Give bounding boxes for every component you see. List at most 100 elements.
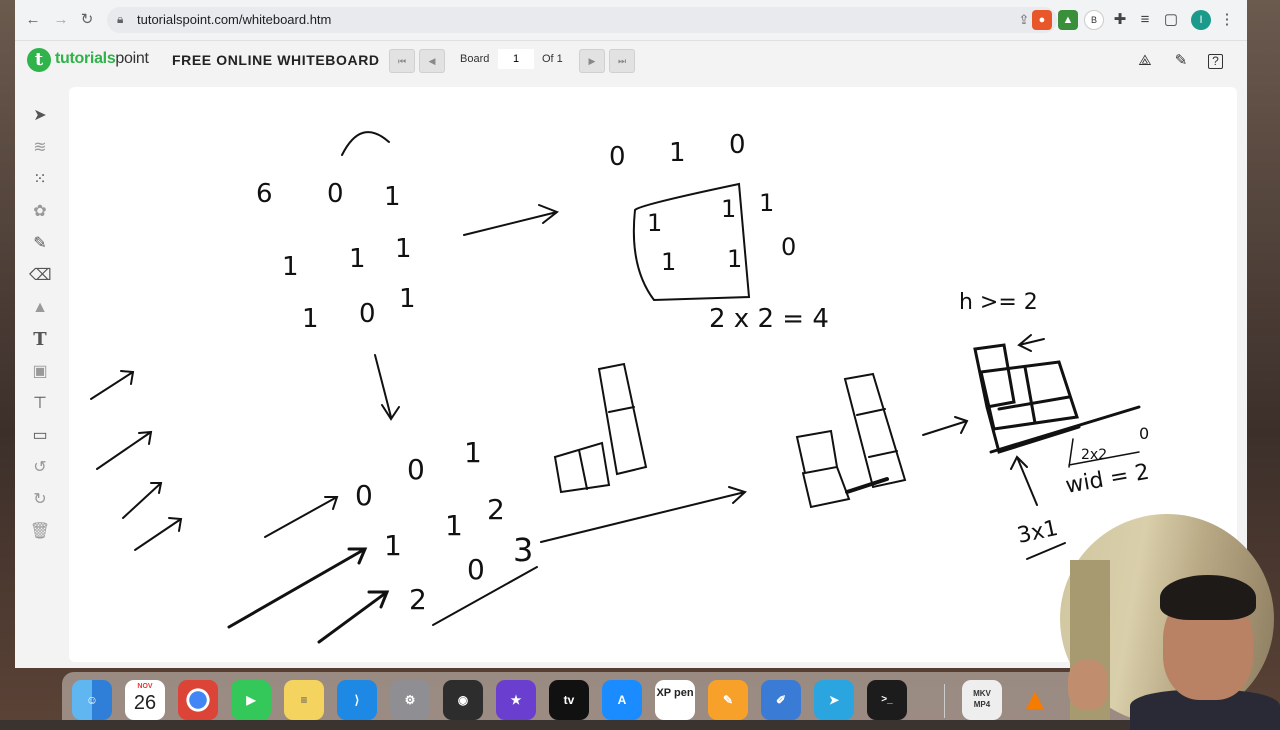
presentation-tool-icon[interactable]: ⊤ xyxy=(29,393,51,415)
layers-tool-icon[interactable]: ≋ xyxy=(29,137,51,159)
last-board-button[interactable]: ⏭ xyxy=(609,49,635,73)
side-panel-icon[interactable]: ▢ xyxy=(1161,10,1181,30)
arrow-stroke xyxy=(134,517,183,551)
extension-brave-icon[interactable]: ● xyxy=(1032,10,1052,30)
first-board-button[interactable]: ⏮ xyxy=(389,49,415,73)
grid-cell: 1 xyxy=(302,304,319,334)
browser-menu-icon[interactable]: ⋮ xyxy=(1217,10,1237,30)
app-header: t tutorialspoint FREE ONLINE WHITEBOARD … xyxy=(15,41,1247,83)
trash-icon[interactable]: 🗑︎ xyxy=(29,521,51,543)
extension-tree-icon[interactable]: ▲ xyxy=(1058,10,1078,30)
arc-stroke xyxy=(341,131,390,156)
webcam-person-hand xyxy=(1068,660,1108,710)
square-side-digit: 0 xyxy=(781,233,796,261)
zero-text: 0 xyxy=(1139,424,1149,443)
logo-word-point: point xyxy=(115,50,149,67)
browser-window: ← → ↻ 🔒︎ tutorialspoint.com/whiteboard.h… xyxy=(15,0,1247,668)
app-store-icon[interactable]: A xyxy=(602,680,642,720)
square-side-digit: 1 xyxy=(759,189,774,217)
apple-tv-icon[interactable]: tv xyxy=(549,680,589,720)
text-tool-icon[interactable]: T xyxy=(29,329,51,351)
url-text: tutorialspoint.com/whiteboard.htm xyxy=(137,12,332,27)
eraser-tool-icon[interactable]: ⌫ xyxy=(29,265,52,287)
arrow-stroke xyxy=(264,496,339,538)
grid-cell: 6 xyxy=(256,179,273,209)
screen-tool-icon[interactable]: ▭ xyxy=(29,425,51,447)
reload-icon[interactable]: ↻ xyxy=(77,10,97,30)
arrow-stroke xyxy=(463,204,559,236)
select-tool-icon[interactable]: ➤ xyxy=(29,105,51,127)
dock-separator xyxy=(944,684,945,718)
arrow-stroke xyxy=(1010,455,1038,506)
imovie-icon[interactable]: ★ xyxy=(496,680,536,720)
arrow-stroke xyxy=(227,547,368,629)
arrow-stroke xyxy=(317,590,390,644)
grid-cell: 0 xyxy=(407,453,425,486)
arrow-stroke xyxy=(540,486,747,543)
grid-tool-icon[interactable]: ⁙ xyxy=(29,169,51,191)
media-queue-icon[interactable]: ≡ xyxy=(1135,10,1155,30)
baseline-stroke xyxy=(989,405,1141,454)
shapes-tool-icon[interactable]: ▲ xyxy=(29,297,51,319)
address-bar[interactable]: 🔒︎ tutorialspoint.com/whiteboard.htm ⇪ ☆ xyxy=(107,7,1057,33)
whiteboard-canvas[interactable]: 6 0 1 1 1 1 1 0 1 0 1 0 1 1 1 1 1 0 2 x … xyxy=(69,87,1237,662)
prev-board-button[interactable]: ◀ xyxy=(419,49,445,73)
palette-tool-icon[interactable]: ✿ xyxy=(29,201,51,223)
whiteboard-drawing: 6 0 1 1 1 1 1 0 1 0 1 0 1 1 1 1 1 0 2 x … xyxy=(90,130,1152,644)
profile-avatar[interactable]: I xyxy=(1191,10,1211,30)
redo-icon[interactable]: ↻ xyxy=(29,489,51,511)
width-text: wid = 2 xyxy=(1064,460,1152,499)
pencil-tool-icon[interactable]: ✎ xyxy=(29,233,51,255)
notes-icon[interactable]: ≡ xyxy=(284,680,324,720)
help-icon[interactable]: ? xyxy=(1208,54,1223,69)
terminal-icon[interactable]: >_ xyxy=(867,680,907,720)
back-icon[interactable]: ← xyxy=(23,10,43,30)
vlc-icon[interactable]: ▲ xyxy=(1015,680,1055,720)
obs-icon[interactable]: ◉ xyxy=(443,680,483,720)
grid-cell: 1 xyxy=(384,182,401,212)
tutorialspoint-logo[interactable]: tutorialspoint xyxy=(55,50,149,68)
extensions-puzzle-icon[interactable]: ✚ xyxy=(1110,10,1130,30)
board-number-input[interactable] xyxy=(498,49,534,69)
vscode-icon[interactable]: ⟩ xyxy=(337,680,377,720)
row-digit: 0 xyxy=(609,142,626,172)
page-title: FREE ONLINE WHITEBOARD xyxy=(172,52,380,68)
facetime-icon[interactable]: ▶ xyxy=(231,680,271,720)
image-tool-icon[interactable]: ▣ xyxy=(29,361,51,383)
grid-cell: 1 xyxy=(445,509,463,542)
height-text: h >= 2 xyxy=(959,290,1038,315)
grid-cell: 0 xyxy=(355,479,373,512)
share-icon[interactable]: ⇪ xyxy=(1015,11,1033,29)
square-cell: 1 xyxy=(721,195,736,223)
histogram-stroke xyxy=(973,343,1081,454)
arrow-stroke xyxy=(922,416,969,436)
next-board-button[interactable]: ▶ xyxy=(579,49,605,73)
square-cell: 1 xyxy=(727,245,742,273)
finder-icon[interactable]: ☺ xyxy=(72,680,112,720)
board-label: Board xyxy=(460,53,490,65)
arrow-stroke xyxy=(96,430,153,470)
logo-word-tutorials: tutorials xyxy=(55,50,116,67)
mkv-label: MKV xyxy=(973,689,991,698)
tutorialspoint-logo-icon[interactable]: t xyxy=(27,48,51,72)
shapes-share-icon[interactable]: ⟁ xyxy=(1135,51,1155,71)
grid-cell: 3 xyxy=(513,531,533,569)
chrome-icon[interactable] xyxy=(178,680,218,720)
grid-cell: 1 xyxy=(384,529,402,562)
mkv-to-mp4-icon[interactable]: MKV MP4 xyxy=(962,680,1002,720)
edit-icon[interactable]: ✎ xyxy=(1171,51,1191,71)
extension-b-icon[interactable]: B xyxy=(1084,10,1104,30)
xppen-icon[interactable]: XP pen xyxy=(655,680,695,720)
macos-dock: ☺ NOV 26 ▶ ≡ ⟩ ⚙ ◉ ★ tv A XP pen ✎ ✐ ➤ >… xyxy=(62,672,1162,720)
undo-icon[interactable]: ↺ xyxy=(29,457,51,479)
pages-icon[interactable]: ✎ xyxy=(708,680,748,720)
telegram-icon[interactable]: ➤ xyxy=(814,680,854,720)
system-settings-icon[interactable]: ⚙ xyxy=(390,680,430,720)
calendar-day: 26 xyxy=(133,692,157,714)
pen-app-icon[interactable]: ✐ xyxy=(761,680,801,720)
grid-cell: 1 xyxy=(395,234,412,264)
dimension-text: 3x1 xyxy=(1015,516,1060,549)
square-cell: 1 xyxy=(661,248,676,276)
forward-icon[interactable]: → xyxy=(51,10,71,30)
calendar-icon[interactable]: NOV 26 xyxy=(125,680,165,720)
